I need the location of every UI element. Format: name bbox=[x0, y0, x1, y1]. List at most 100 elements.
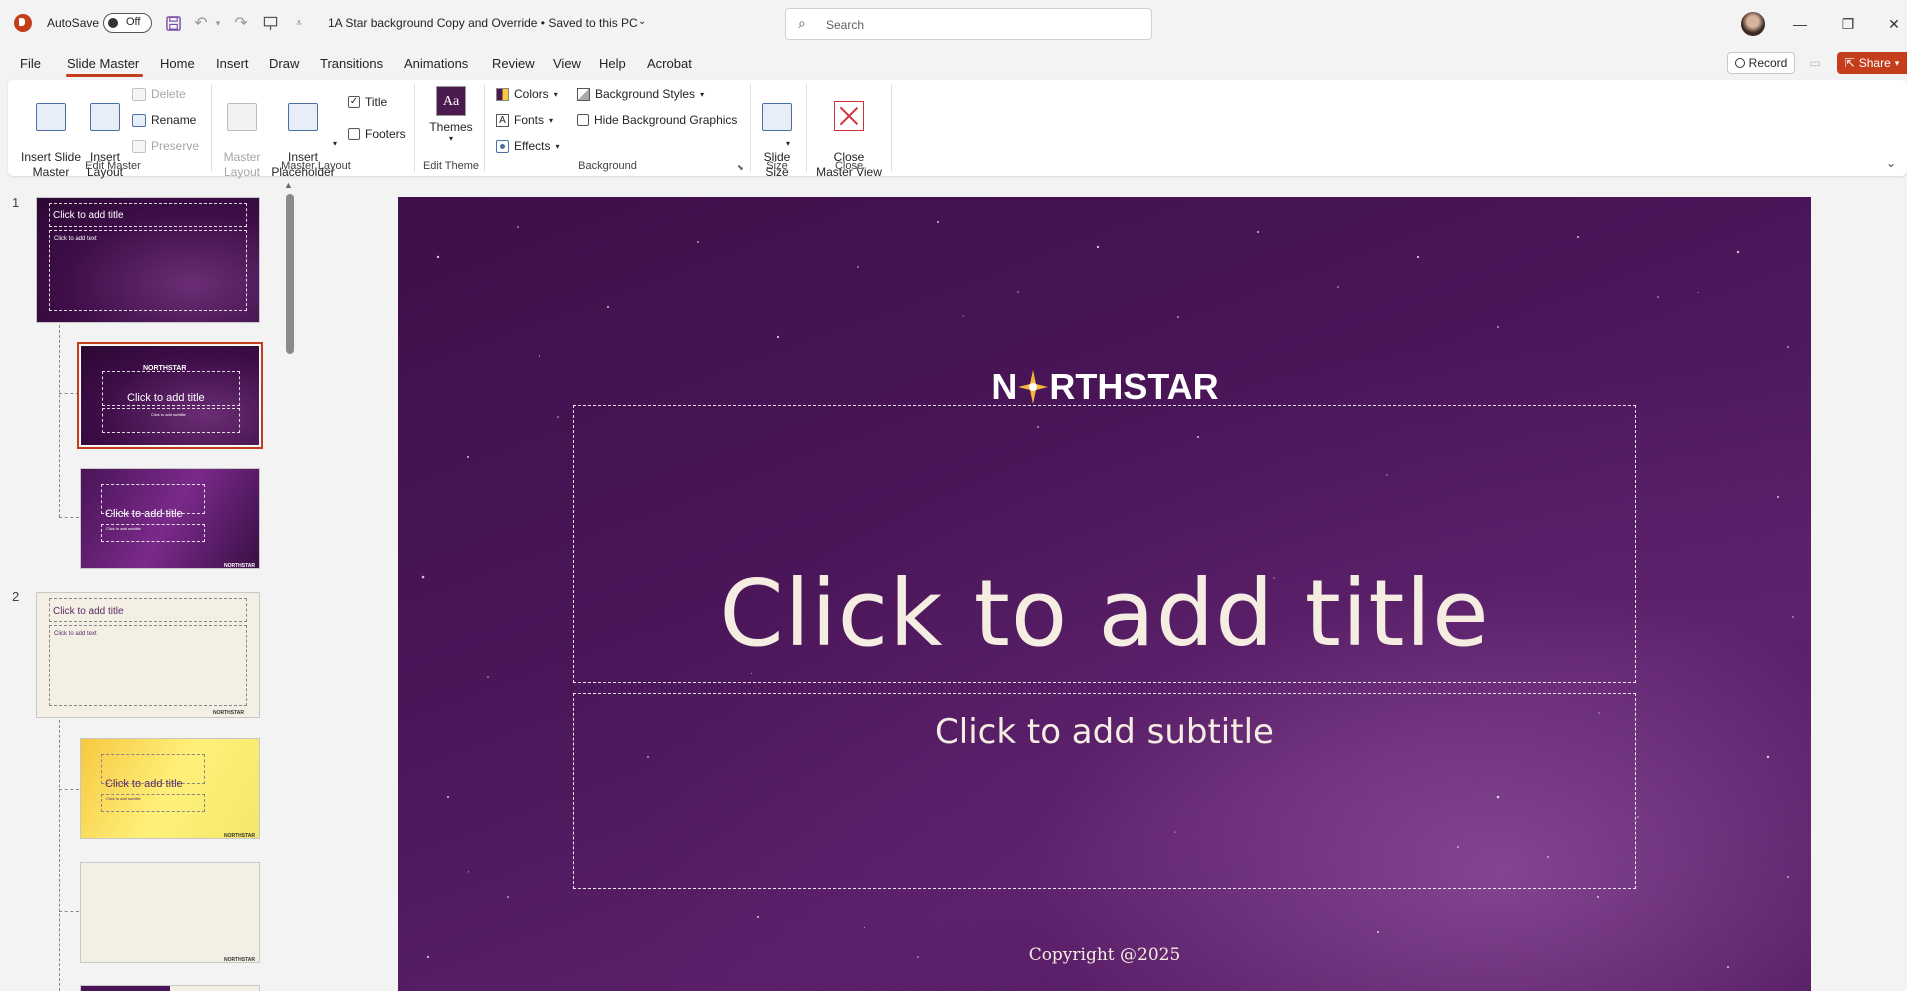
save-icon[interactable] bbox=[162, 12, 184, 34]
thumb-subtitle: Click to add subtitle bbox=[106, 796, 141, 801]
delete-label: Delete bbox=[151, 87, 186, 101]
redo-icon[interactable]: ↷ bbox=[230, 12, 252, 34]
tab-help[interactable]: Help bbox=[599, 56, 626, 71]
slide-editor[interactable]: N RTHSTAR Click to add title Click to ad… bbox=[398, 197, 1811, 991]
thumb-body-box bbox=[49, 230, 247, 311]
footers-check-icon bbox=[348, 128, 360, 140]
customize-quick-access-icon[interactable]: ⩡ bbox=[288, 12, 310, 34]
close-window-icon[interactable]: ✕ bbox=[1882, 12, 1906, 36]
thumbnail-layout-2[interactable]: Click to add title Click to add subtitle… bbox=[80, 468, 260, 569]
background-styles-button[interactable]: Background Styles ▾ bbox=[577, 87, 704, 101]
title-placeholder[interactable]: Click to add title bbox=[573, 405, 1636, 683]
thumbnail-layout-4[interactable]: NORTHSTAR bbox=[80, 862, 260, 963]
thumbnail-scrollbar[interactable] bbox=[286, 194, 294, 354]
thumb-body-box bbox=[49, 625, 247, 706]
active-tab-indicator bbox=[66, 74, 143, 77]
chevron-down-icon: ▾ bbox=[700, 89, 705, 99]
hide-background-graphics-label: Hide Background Graphics bbox=[594, 113, 738, 127]
effects-button[interactable]: Effects ▾ bbox=[496, 139, 559, 153]
chevron-down-icon: ▾ bbox=[555, 141, 560, 151]
search-box[interactable]: ⌕ Search bbox=[785, 8, 1152, 40]
thumbnail-layout-3[interactable]: Click to add title Click to add subtitle… bbox=[80, 738, 260, 839]
tab-animations[interactable]: Animations bbox=[404, 56, 468, 71]
chevron-down-icon: ▾ bbox=[549, 115, 554, 125]
insert-placeholder-icon bbox=[288, 103, 318, 131]
tab-slide-master[interactable]: Slide Master bbox=[67, 56, 139, 71]
hide-background-graphics-check-icon bbox=[577, 114, 589, 126]
master-layout-button[interactable]: Master Layout bbox=[220, 88, 264, 180]
tab-acrobat[interactable]: Acrobat bbox=[647, 56, 692, 71]
delete-button[interactable]: Delete bbox=[132, 87, 186, 101]
hide-background-graphics-checkbox[interactable]: Hide Background Graphics bbox=[577, 113, 737, 127]
chevron-down-icon: ▾ bbox=[333, 139, 338, 148]
scroll-up-icon[interactable]: ▲ bbox=[284, 180, 293, 190]
dialog-launcher-icon[interactable]: ⬊ bbox=[737, 163, 744, 172]
thumb-footer-brand: NORTHSTAR bbox=[224, 563, 256, 569]
northstar-logo: N RTHSTAR bbox=[973, 366, 1237, 407]
thumbnail-layout-5[interactable] bbox=[80, 985, 260, 991]
record-button[interactable]: Record bbox=[1727, 52, 1795, 74]
insert-layout-icon bbox=[90, 103, 120, 131]
preserve-button[interactable]: Preserve bbox=[132, 139, 199, 153]
title-bar: AutoSave Off ↶ ▾ ↷ ⩡ 1A Star background … bbox=[0, 0, 1907, 48]
autosave-toggle[interactable]: Off bbox=[103, 13, 152, 33]
chevron-down-icon: ▾ bbox=[786, 139, 791, 148]
comments-icon[interactable]: ▭ bbox=[1803, 52, 1827, 74]
thumbnail-master-1[interactable]: Click to add title Click to add text bbox=[36, 197, 260, 323]
user-avatar[interactable] bbox=[1741, 12, 1765, 36]
present-from-start-icon[interactable] bbox=[259, 12, 281, 34]
share-button[interactable]: ⇱ Share ▾ bbox=[1837, 52, 1907, 74]
thumbnail-layout-title-slide[interactable]: NORTHSTAR Click to add title Click to ad… bbox=[77, 342, 263, 449]
colors-label: Colors bbox=[514, 87, 549, 101]
subtitle-placeholder-text: Click to add subtitle bbox=[935, 712, 1274, 752]
chevron-down-icon[interactable]: ⌄ bbox=[638, 16, 646, 27]
tab-transitions[interactable]: Transitions bbox=[320, 56, 383, 71]
collapse-ribbon-icon[interactable]: ⌄ bbox=[1886, 156, 1896, 170]
master-layout-icon bbox=[227, 103, 257, 131]
compass-star-icon bbox=[1018, 370, 1049, 404]
rename-label: Rename bbox=[151, 113, 197, 127]
minimize-icon[interactable]: — bbox=[1788, 12, 1812, 36]
themes-button[interactable]: Aa Themes ▾ bbox=[426, 86, 476, 143]
effects-label: Effects bbox=[514, 139, 551, 153]
title-placeholder-text: Click to add title bbox=[719, 560, 1490, 667]
footers-checkbox[interactable]: Footers bbox=[348, 127, 406, 141]
search-placeholder: Search bbox=[826, 18, 865, 32]
subtitle-placeholder[interactable]: Click to add subtitle bbox=[573, 693, 1636, 889]
thumb-footer-brand: NORTHSTAR bbox=[224, 957, 256, 963]
title-checkbox[interactable]: ✓ Title bbox=[348, 95, 387, 109]
chevron-down-icon: ▾ bbox=[1894, 57, 1900, 68]
tab-review[interactable]: Review bbox=[492, 56, 535, 71]
undo-dropdown-icon[interactable]: ▾ bbox=[207, 12, 229, 34]
thumb-body-text: Click to add text bbox=[54, 631, 97, 637]
tab-file[interactable]: File bbox=[20, 56, 41, 71]
group-label-background: Background bbox=[578, 160, 637, 172]
restore-icon[interactable]: ❐ bbox=[1836, 12, 1860, 36]
group-label-master-layout: Master Layout bbox=[281, 160, 351, 172]
insert-slide-master-icon bbox=[36, 103, 66, 131]
tab-home[interactable]: Home bbox=[160, 56, 195, 71]
master-number: 2 bbox=[12, 589, 20, 604]
logo-text-left: N bbox=[991, 366, 1018, 407]
ribbon-separator bbox=[484, 84, 485, 172]
fonts-button[interactable]: A Fonts ▾ bbox=[496, 113, 553, 127]
preserve-icon bbox=[132, 139, 146, 153]
themes-icon: Aa bbox=[436, 86, 466, 116]
powerpoint-app-icon bbox=[14, 14, 32, 32]
ribbon-separator bbox=[414, 84, 415, 172]
share-icon: ⇱ bbox=[1844, 56, 1855, 70]
thumbnail-master-2[interactable]: Click to add title Click to add text NOR… bbox=[36, 592, 260, 718]
copyright-footer[interactable]: Copyright @2025 bbox=[398, 945, 1811, 965]
tab-insert[interactable]: Insert bbox=[216, 56, 249, 71]
document-title[interactable]: 1A Star background Copy and Override • S… bbox=[328, 16, 638, 30]
tab-draw[interactable]: Draw bbox=[269, 56, 299, 71]
rename-button[interactable]: Rename bbox=[132, 113, 196, 127]
fonts-icon: A bbox=[496, 113, 509, 127]
tab-view[interactable]: View bbox=[553, 56, 581, 71]
layout-connector bbox=[59, 517, 79, 518]
layout-connector bbox=[59, 720, 60, 991]
colors-button[interactable]: Colors ▾ bbox=[496, 87, 558, 101]
group-label-edit-master: Edit Master bbox=[85, 160, 141, 172]
background-styles-label: Background Styles bbox=[595, 87, 696, 101]
layout-connector bbox=[59, 789, 79, 790]
